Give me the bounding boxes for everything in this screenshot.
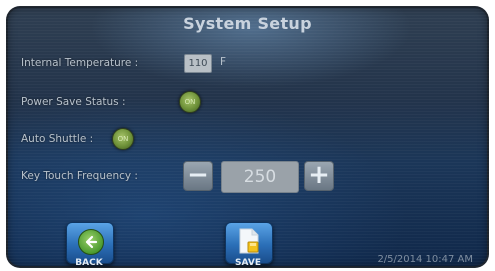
back-button-label: BACK [75, 258, 103, 268]
timestamp: 2/5/2014 10:47 AM [377, 254, 473, 265]
device-bezel: System Setup Internal Temperature : 110 … [0, 0, 495, 271]
auto-shuttle-label: Auto Shuttle : [21, 133, 94, 145]
touch-screen: System Setup Internal Temperature : 110 … [6, 6, 489, 268]
save-button-label: SAVE [235, 258, 261, 268]
save-icon [238, 228, 260, 254]
auto-shuttle-toggle-text: ON [117, 135, 129, 143]
power-save-toggle[interactable]: ON [179, 91, 201, 113]
power-save-toggle-text: ON [184, 98, 196, 106]
page-title: System Setup [183, 14, 312, 33]
power-save-label: Power Save Status : [21, 96, 126, 108]
key-touch-frequency-label: Key Touch Frequency : [21, 170, 138, 182]
internal-temperature-label: Internal Temperature : [21, 57, 139, 69]
back-arrow-icon [78, 229, 104, 255]
key-touch-frequency-value: 250 [221, 161, 299, 193]
decrement-button[interactable]: − [183, 161, 213, 191]
increment-button[interactable]: + [304, 161, 334, 191]
auto-shuttle-toggle[interactable]: ON [112, 128, 134, 150]
internal-temperature-value: 110 [184, 54, 212, 73]
temperature-unit: F [220, 56, 227, 68]
